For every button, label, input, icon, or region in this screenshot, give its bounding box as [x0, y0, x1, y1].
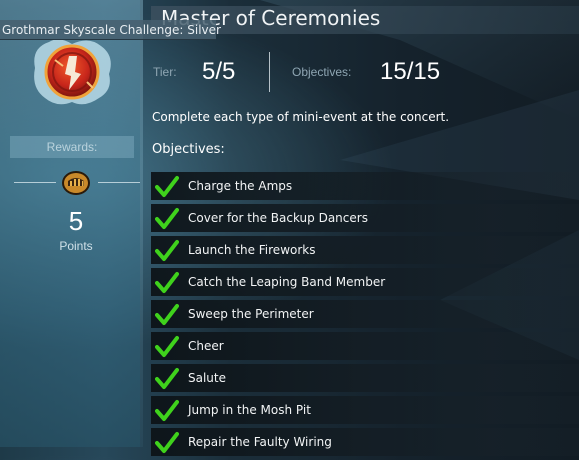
objective-row: Cheer — [151, 332, 579, 360]
checkmark-icon — [155, 304, 179, 325]
header-separator — [269, 52, 270, 92]
objective-row: Jump in the Mosh Pit — [151, 396, 579, 424]
objective-row: Charge the Amps — [151, 172, 579, 200]
objective-label: Cover for the Backup Dancers — [188, 211, 368, 225]
objectives-heading: Objectives: — [152, 142, 225, 157]
objective-label: Jump in the Mosh Pit — [188, 403, 311, 417]
objective-label: Salute — [188, 371, 226, 385]
objective-row: Salute — [151, 364, 579, 392]
checkmark-icon — [155, 176, 179, 197]
challenge-tier-tag: Grothmar Skyscale Challenge: Silver — [0, 20, 221, 40]
checkmark-icon — [155, 336, 179, 357]
rewards-divider-right — [98, 182, 140, 183]
objective-row: Cover for the Backup Dancers — [151, 204, 579, 232]
objective-label: Charge the Amps — [188, 179, 293, 193]
points-label: Points — [59, 239, 93, 253]
objective-label: Catch the Leaping Band Member — [188, 275, 386, 289]
objectives-count-label: Objectives: — [292, 65, 352, 79]
rewards-divider-left — [14, 182, 56, 183]
tier-value: 5/5 — [202, 58, 236, 85]
achievement-emblem-icon — [34, 39, 111, 105]
objective-row: Sweep the Perimeter — [151, 300, 579, 328]
checkmark-icon — [155, 368, 179, 389]
objective-label: Sweep the Perimeter — [188, 307, 314, 321]
points-value: 5 — [68, 206, 84, 236]
achievement-point-icon — [62, 171, 90, 195]
checkmark-icon — [155, 240, 179, 261]
objectives-list: Charge the Amps Cover for the Backup Dan… — [151, 172, 579, 460]
objective-row: Catch the Leaping Band Member — [151, 268, 579, 296]
objectives-count-value: 15/15 — [380, 58, 441, 85]
checkmark-icon — [155, 272, 179, 293]
checkmark-icon — [155, 400, 179, 421]
achievement-description: Complete each type of mini-event at the … — [152, 110, 450, 124]
checkmark-icon — [155, 432, 179, 453]
objective-label: Cheer — [188, 339, 224, 353]
objective-label: Launch the Fireworks — [188, 243, 316, 257]
objective-row: Launch the Fireworks — [151, 236, 579, 264]
tier-label: Tier: — [153, 65, 177, 79]
objective-row: Repair the Faulty Wiring — [151, 428, 579, 456]
rewards-label: Rewards: — [46, 140, 98, 154]
checkmark-icon — [155, 208, 179, 229]
